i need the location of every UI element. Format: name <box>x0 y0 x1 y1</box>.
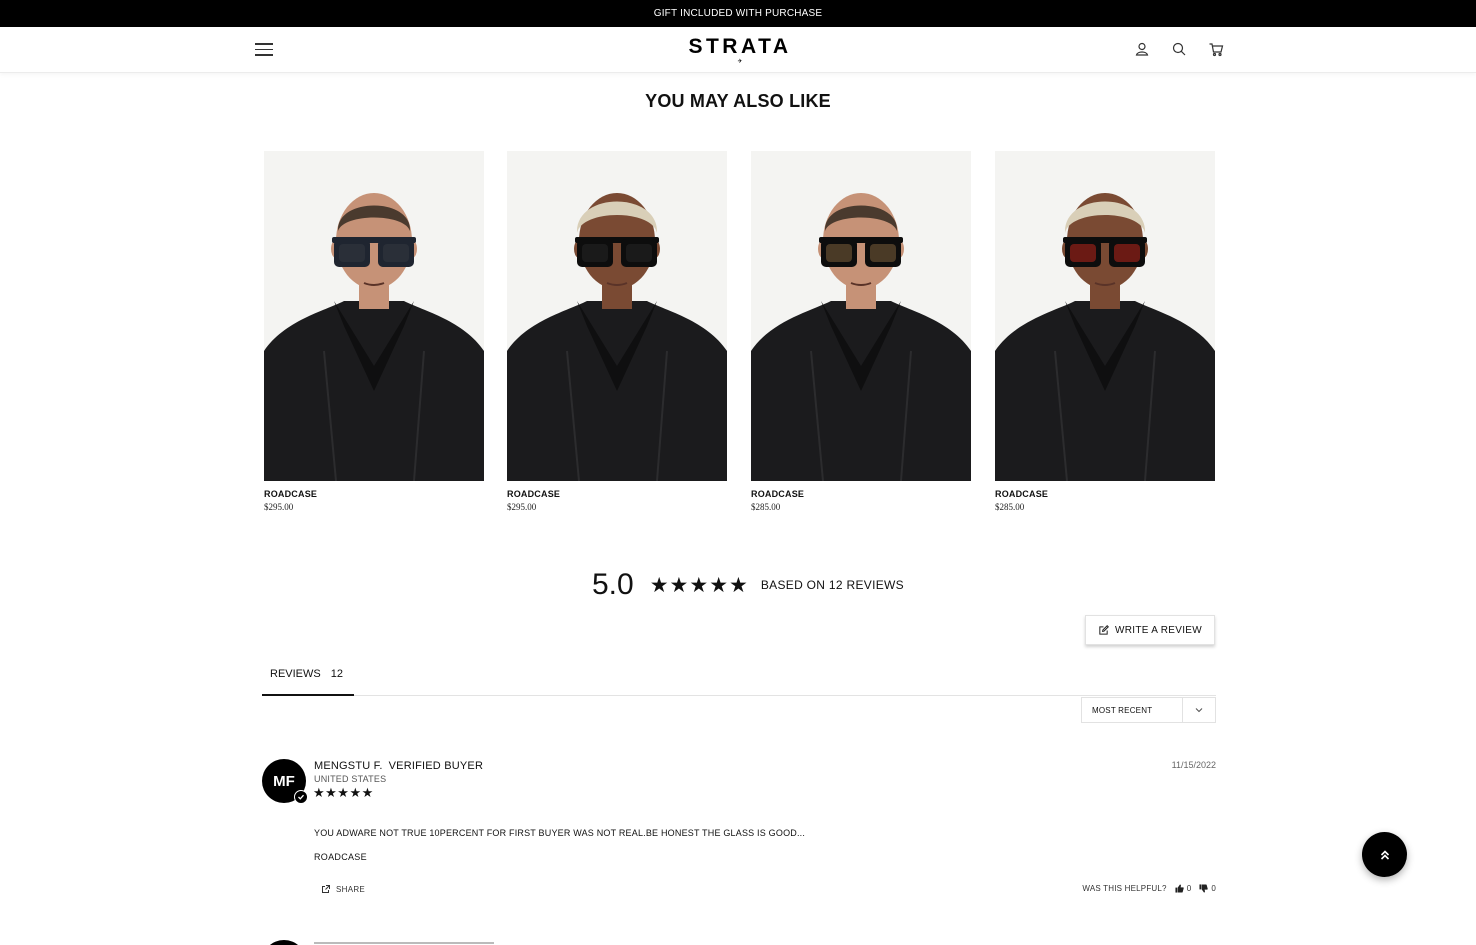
thumbs-down-button[interactable]: 0 <box>1199 884 1216 893</box>
product-name[interactable]: ROADCASE <box>995 489 1215 499</box>
write-review-label: WRITE A REVIEW <box>1115 624 1202 636</box>
review-product[interactable]: ROADCASE <box>314 852 367 862</box>
announcement-bar: GIFT INCLUDED WITH PURCHASE <box>0 0 1476 27</box>
product-name[interactable]: ROADCASE <box>507 489 727 499</box>
site-header: STRATA ✈ <box>0 27 1476 73</box>
product-name[interactable]: ROADCASE <box>751 489 971 499</box>
product-card[interactable]: ROADCASE $285.00 <box>995 151 1215 512</box>
product-price: $295.00 <box>507 502 537 512</box>
share-button[interactable]: SHARE <box>321 884 365 894</box>
reviewer-location: UNITED STATES <box>314 774 387 784</box>
tab-reviews-label: REVIEWS <box>270 668 321 680</box>
thumbs-up-button[interactable]: 0 <box>1175 884 1192 893</box>
product-card[interactable]: ROADCASE $295.00 <box>264 151 484 512</box>
product-card[interactable]: ROADCASE $295.00 <box>507 151 727 512</box>
product-image[interactable] <box>507 151 727 481</box>
model-portrait-illustration <box>751 151 971 481</box>
logo-text: STRATA <box>688 35 792 58</box>
tab-reviews-count: 12 <box>330 668 343 680</box>
average-rating: 5.0 <box>592 568 634 601</box>
search-icon[interactable] <box>1171 41 1187 57</box>
announcement-text: GIFT INCLUDED WITH PURCHASE <box>653 8 823 19</box>
review-body: YOU ADWARE NOT TRUE 10PERCENT FOR FIRST … <box>314 828 806 838</box>
review-date: 11/15/2022 <box>1171 760 1216 770</box>
thumbs-up-icon <box>1175 884 1184 893</box>
reviewer-name: MENGSTU F. <box>314 760 383 772</box>
chevrons-up-icon <box>1380 849 1389 860</box>
reviews-summary: 5.0 ★★★★★ BASED ON 12 REVIEWS <box>592 565 904 605</box>
avatar-initials: MF <box>273 772 295 790</box>
average-stars: ★★★★★ <box>649 573 749 597</box>
verified-check-icon <box>294 790 308 804</box>
product-image[interactable] <box>995 151 1215 481</box>
product-price: $285.00 <box>751 502 781 512</box>
review-count-text: BASED ON 12 REVIEWS <box>760 578 904 592</box>
product-name[interactable]: ROADCASE <box>264 489 484 499</box>
product-image[interactable] <box>264 151 484 481</box>
review-stars: ★★★★★ <box>313 785 374 800</box>
chevron-down-icon[interactable] <box>1182 698 1215 722</box>
edit-icon <box>1099 624 1109 635</box>
helpful-label: WAS THIS HELPFUL? <box>1082 884 1167 893</box>
back-to-top-button[interactable] <box>1362 832 1407 877</box>
verified-buyer-label: VERIFIED BUYER <box>388 760 484 772</box>
tabs-divider <box>262 695 1216 696</box>
menu-icon[interactable] <box>255 43 273 57</box>
share-icon <box>322 885 330 893</box>
product-image[interactable] <box>751 151 971 481</box>
write-review-button[interactable]: WRITE A REVIEW <box>1085 615 1215 645</box>
sort-dropdown[interactable]: MOST RECENT <box>1081 697 1216 723</box>
account-icon[interactable] <box>1134 41 1150 57</box>
downvote-count: 0 <box>1211 884 1216 893</box>
model-portrait-illustration <box>507 151 727 481</box>
logo-mark: ✈ <box>737 59 743 65</box>
reviewer-name-line: MENGSTU F. VERIFIED BUYER <box>314 760 483 772</box>
product-card[interactable]: ROADCASE $285.00 <box>751 151 971 512</box>
model-portrait-illustration <box>995 151 1215 481</box>
next-review-preview <box>314 940 494 945</box>
thumbs-down-icon <box>1199 884 1209 893</box>
section-title: YOU MAY ALSO LIKE <box>645 91 831 111</box>
upvote-count: 0 <box>1186 884 1192 893</box>
model-portrait-illustration <box>264 151 484 481</box>
site-logo[interactable]: STRATA ✈ <box>679 35 801 65</box>
tab-reviews[interactable]: REVIEWS 12 <box>262 663 354 696</box>
product-price: $285.00 <box>995 502 1025 512</box>
avatar <box>262 940 306 945</box>
share-label: SHARE <box>336 884 366 894</box>
helpful-votes: WAS THIS HELPFUL? 0 0 <box>1082 884 1216 893</box>
product-price: $295.00 <box>264 502 294 512</box>
cart-icon[interactable] <box>1208 41 1224 57</box>
sort-selected: MOST RECENT <box>1092 705 1153 715</box>
